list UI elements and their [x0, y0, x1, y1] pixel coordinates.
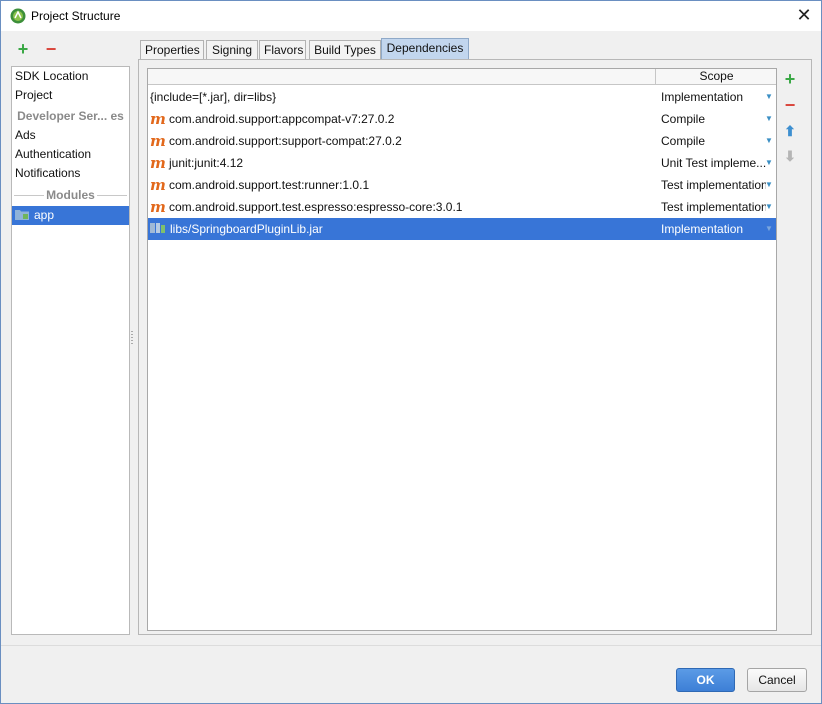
- table-row[interactable]: m com.android.support:support-compat:27.0…: [148, 130, 776, 152]
- sidebar-item-authentication[interactable]: Authentication: [12, 145, 129, 164]
- dependency-name: junit:junit:4.12: [169, 156, 244, 170]
- column-header-scope[interactable]: Scope: [657, 69, 776, 84]
- developer-services-group-label: Developer Ser... es: [17, 109, 124, 123]
- add-icon[interactable]: +: [15, 40, 31, 58]
- dependency-scope: Compile: [661, 134, 706, 148]
- table-row[interactable]: {include=[*.jar], dir=libs} Implementati…: [148, 86, 776, 108]
- close-icon[interactable]: ✕: [793, 4, 815, 26]
- maven-icon: m: [150, 198, 166, 216]
- sidebar-item-project[interactable]: Project: [12, 86, 129, 105]
- module-folder-icon: [15, 210, 29, 220]
- dialog-content: + − SDK Location Project Developer Ser..…: [1, 31, 821, 645]
- add-dependency-icon[interactable]: +: [781, 70, 799, 88]
- scope-dropdown-icon[interactable]: ▼: [764, 174, 774, 196]
- scope-dropdown-icon[interactable]: ▼: [764, 196, 774, 218]
- modules-divider-right: [97, 195, 127, 196]
- project-structure-dialog: Project Structure ✕ + − SDK Location Pro…: [0, 0, 822, 704]
- dependency-scope: Unit Test impleme...: [661, 156, 766, 170]
- table-header: Scope: [148, 69, 776, 85]
- android-studio-icon: [10, 8, 26, 24]
- dialog-footer: OK Cancel: [1, 645, 821, 703]
- dependencies-panel: Scope {include=[*.jar], dir=libs} Implem…: [138, 59, 812, 635]
- table-row[interactable]: m com.android.support:appcompat-v7:27.0.2…: [148, 108, 776, 130]
- table-row[interactable]: m junit:junit:4.12 Unit Test impleme... ▼: [148, 152, 776, 174]
- title-bar: Project Structure ✕: [1, 1, 821, 31]
- dependency-scope: Test implementation: [661, 200, 766, 214]
- dependencies-table: Scope {include=[*.jar], dir=libs} Implem…: [147, 68, 777, 631]
- scope-dropdown-icon[interactable]: ▼: [764, 86, 774, 108]
- maven-icon: m: [150, 110, 166, 128]
- ok-button[interactable]: OK: [676, 668, 735, 692]
- sidebar-item-ads[interactable]: Ads: [12, 126, 129, 145]
- dependency-name: {include=[*.jar], dir=libs}: [150, 90, 277, 104]
- table-row[interactable]: m com.android.support.test.espresso:espre…: [148, 196, 776, 218]
- tab-build-types[interactable]: Build Types: [309, 40, 381, 60]
- tab-signing[interactable]: Signing: [206, 40, 258, 60]
- table-row-selected[interactable]: libs/SpringboardPluginLib.jar Implementa…: [148, 218, 776, 240]
- remove-icon[interactable]: −: [43, 40, 59, 58]
- dependency-scope: Test implementation: [661, 178, 766, 192]
- column-header-name[interactable]: [148, 69, 656, 84]
- maven-icon: m: [150, 176, 166, 194]
- jar-library-icon: [150, 223, 165, 233]
- move-up-icon[interactable]: ⬆: [781, 122, 799, 140]
- sidebar-item-sdk-location[interactable]: SDK Location: [12, 67, 129, 86]
- dependency-name: com.android.support.test.espresso:espres…: [169, 200, 463, 214]
- move-down-icon[interactable]: ⬇: [781, 147, 799, 165]
- splitter-handle[interactable]: [130, 331, 134, 345]
- sidebar-item-label: app: [34, 208, 55, 222]
- scope-dropdown-icon[interactable]: ▼: [764, 152, 774, 174]
- maven-icon: m: [150, 154, 166, 172]
- configuration-list: SDK Location Project Developer Ser... es…: [11, 66, 130, 635]
- dependency-name: libs/SpringboardPluginLib.jar: [170, 222, 323, 236]
- dependency-scope: Implementation: [661, 90, 744, 104]
- cancel-button[interactable]: Cancel: [747, 668, 807, 692]
- table-row[interactable]: m com.android.support.test:runner:1.0.1 T…: [148, 174, 776, 196]
- tab-properties[interactable]: Properties: [140, 40, 204, 60]
- scope-dropdown-icon[interactable]: ▼: [764, 130, 774, 152]
- maven-icon: m: [150, 132, 166, 150]
- dependency-name: com.android.support.test:runner:1.0.1: [169, 178, 370, 192]
- sidebar-item-notifications[interactable]: Notifications: [12, 164, 129, 183]
- dependency-name: com.android.support:support-compat:27.0.…: [169, 134, 402, 148]
- scope-dropdown-icon[interactable]: ▼: [764, 108, 774, 130]
- remove-dependency-icon[interactable]: −: [781, 96, 799, 114]
- dependency-name: com.android.support:appcompat-v7:27.0.2: [169, 112, 395, 126]
- dependency-scope: Compile: [661, 112, 706, 126]
- dependency-scope: Implementation: [661, 222, 744, 236]
- sidebar-item-app[interactable]: app: [12, 206, 129, 225]
- tab-dependencies[interactable]: Dependencies: [381, 38, 469, 60]
- window-title: Project Structure: [31, 9, 121, 23]
- scope-dropdown-icon[interactable]: ▼: [764, 218, 774, 240]
- tab-flavors[interactable]: Flavors: [259, 40, 306, 60]
